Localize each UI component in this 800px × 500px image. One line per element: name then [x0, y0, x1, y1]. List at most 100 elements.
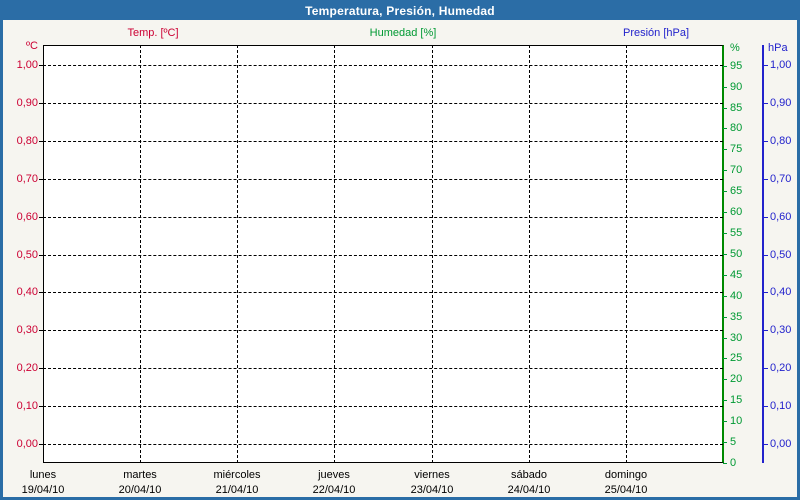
legend-humidity: Humedad [%] [369, 27, 437, 39]
day-name-label: jueves [318, 469, 350, 481]
temperature-tick-label: 0,90 [16, 97, 38, 109]
humidity-tick-mark [723, 379, 727, 380]
humidity-tick-mark [723, 149, 727, 150]
humidity-tick-label: 35 [730, 311, 743, 323]
humidity-tick-label: 25 [730, 352, 743, 364]
humidity-tick-label: 65 [730, 185, 743, 197]
chart-window: Temperatura, Presión, Humedad Temp. [ºC]… [0, 0, 800, 500]
day-date-label: 21/04/10 [215, 484, 259, 496]
pressure-tick-label: 0,30 [770, 324, 792, 336]
temperature-tick-mark [39, 406, 43, 407]
humidity-tick-label: 75 [730, 143, 743, 155]
temperature-tick-mark [39, 217, 43, 218]
v-gridline [237, 45, 238, 463]
v-gridline [529, 45, 530, 463]
humidity-tick-label: 30 [730, 332, 743, 344]
pressure-tick-mark [764, 217, 768, 218]
day-name-label: lunes [29, 469, 57, 481]
temperature-tick-label: 0,30 [16, 324, 38, 336]
pressure-axis-unit-icon: hPa [768, 42, 788, 54]
temperature-tick-mark [39, 141, 43, 142]
pressure-tick-label: 0,50 [770, 249, 792, 261]
pressure-tick-label: 0,90 [770, 97, 792, 109]
humidity-tick-mark [723, 254, 727, 255]
pressure-tick-mark [764, 179, 768, 180]
h-gridline [43, 103, 723, 104]
humidity-tick-label: 10 [730, 415, 743, 427]
h-gridline [43, 330, 723, 331]
day-date-label: 24/04/10 [507, 484, 551, 496]
humidity-tick-label: 70 [730, 164, 743, 176]
temperature-axis-unit-icon: ºC [26, 40, 38, 52]
temperature-tick-mark [39, 103, 43, 104]
pressure-tick-label: 0,80 [770, 135, 792, 147]
temperature-tick-mark [39, 330, 43, 331]
temperature-tick-mark [39, 444, 43, 445]
humidity-tick-mark [723, 233, 727, 234]
day-name-label: sábado [510, 469, 548, 481]
humidity-tick-label: 80 [730, 122, 743, 134]
pressure-tick-mark [764, 406, 768, 407]
v-gridline [334, 45, 335, 463]
pressure-tick-mark [764, 368, 768, 369]
humidity-tick-mark [723, 463, 727, 464]
pressure-tick-label: 0,00 [770, 438, 792, 450]
humidity-tick-mark [723, 212, 727, 213]
day-name-label: domingo [604, 469, 648, 481]
pressure-tick-label: 0,60 [770, 211, 792, 223]
pressure-tick-mark [764, 330, 768, 331]
day-date-label: 19/04/10 [21, 484, 65, 496]
temperature-tick-label: 0,40 [16, 286, 38, 298]
temperature-tick-label: 0,20 [16, 362, 38, 374]
humidity-tick-mark [723, 400, 727, 401]
humidity-tick-label: 50 [730, 248, 743, 260]
v-gridline [140, 45, 141, 463]
temperature-tick-label: 0,80 [16, 135, 38, 147]
day-date-label: 20/04/10 [118, 484, 162, 496]
temperature-tick-label: 0,60 [16, 211, 38, 223]
temperature-tick-mark [39, 255, 43, 256]
window-title: Temperatura, Presión, Humedad [305, 4, 495, 18]
temperature-tick-label: 0,10 [16, 400, 38, 412]
humidity-tick-label: 55 [730, 227, 743, 239]
humidity-axis-unit-icon: % [730, 42, 740, 54]
day-date-label: 25/04/10 [604, 484, 648, 496]
title-bar: Temperatura, Presión, Humedad [3, 3, 797, 20]
pressure-tick-label: 0,70 [770, 173, 792, 185]
humidity-tick-mark [723, 108, 727, 109]
humidity-tick-mark [723, 170, 727, 171]
h-gridline [43, 406, 723, 407]
pressure-axis-line [762, 45, 764, 463]
humidity-tick-mark [723, 87, 727, 88]
humidity-tick-label: 90 [730, 81, 743, 93]
temperature-tick-label: 1,00 [16, 59, 38, 71]
temperature-tick-label: 0,50 [16, 249, 38, 261]
humidity-tick-label: 40 [730, 290, 743, 302]
humidity-tick-label: 85 [730, 102, 743, 114]
pressure-tick-mark [764, 141, 768, 142]
humidity-tick-mark [723, 128, 727, 129]
pressure-tick-mark [764, 292, 768, 293]
h-gridline [43, 179, 723, 180]
humidity-tick-mark [723, 317, 727, 318]
humidity-tick-label: 60 [730, 206, 743, 218]
legend-temperature: Temp. [ºC] [127, 27, 179, 39]
temperature-tick-mark [39, 292, 43, 293]
pressure-tick-label: 0,10 [770, 400, 792, 412]
humidity-tick-mark [723, 338, 727, 339]
pressure-tick-mark [764, 444, 768, 445]
temperature-tick-label: 0,70 [16, 173, 38, 185]
humidity-tick-mark [723, 296, 727, 297]
humidity-tick-label: 15 [730, 394, 743, 406]
pressure-tick-mark [764, 255, 768, 256]
humidity-tick-label: 95 [730, 60, 743, 72]
humidity-tick-label: 5 [730, 436, 737, 448]
pressure-tick-label: 0,40 [770, 286, 792, 298]
humidity-tick-mark [723, 421, 727, 422]
pressure-tick-mark [764, 103, 768, 104]
humidity-tick-label: 0 [730, 457, 737, 469]
humidity-tick-mark [723, 358, 727, 359]
plot-area [43, 45, 724, 463]
temperature-tick-mark [39, 179, 43, 180]
h-gridline [43, 65, 723, 66]
